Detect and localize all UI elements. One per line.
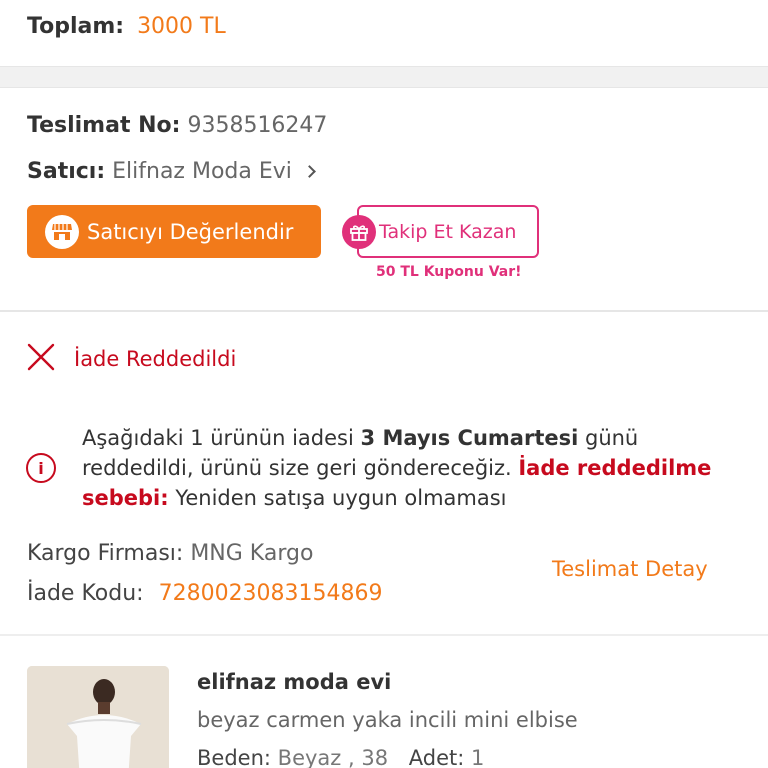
return-reason: Yeniden satışa uygun olmaması	[168, 486, 507, 510]
rate-seller-label: Satıcıyı Değerlendir	[87, 219, 294, 244]
order-detail-page: Toplam: 3000 TL Teslimat No: 9358516247 …	[0, 0, 768, 768]
delivery-card: Teslimat No: 9358516247 Satıcı: Elifnaz …	[0, 88, 768, 310]
total-label: Toplam:	[27, 14, 125, 39]
return-message: Aşağıdaki 1 ürünün iadesi 3 Mayıs Cumart…	[82, 423, 722, 513]
return-code-value: 7280023083154869	[158, 581, 383, 606]
close-x-icon	[26, 342, 56, 376]
delivery-detail-link[interactable]: Teslimat Detay	[552, 557, 708, 581]
delivery-number-row: Teslimat No: 9358516247	[27, 111, 327, 141]
qty-value: 1	[471, 746, 485, 768]
product-image[interactable]	[27, 666, 169, 768]
return-status-card: İade Reddedildi i Aşağıdaki 1 ürünün iad…	[0, 312, 768, 634]
cargo-value: MNG Kargo	[190, 541, 314, 566]
product-seller: elifnaz moda evi	[197, 670, 392, 694]
follow-earn-label: Takip Et Kazan	[379, 220, 517, 243]
return-date: 3 Mayıs Cumartesi	[360, 426, 579, 450]
product-attributes: Beden: Beyaz , 38 Adet: 1	[197, 746, 484, 768]
chevron-right-icon	[303, 165, 316, 178]
coupon-note: 50 TL Kuponu Var!	[376, 264, 522, 280]
delivery-number-label: Teslimat No:	[27, 113, 181, 138]
section-divider	[0, 66, 768, 88]
cargo-row: Kargo Firması: MNG Kargo	[27, 539, 313, 569]
seller-name-link[interactable]: Elifnaz Moda Evi	[112, 159, 292, 184]
return-message-text: Aşağıdaki 1 ürünün iadesi	[82, 426, 361, 450]
qty-label: Adet:	[408, 746, 465, 768]
store-icon	[45, 214, 79, 249]
seller-row[interactable]: Satıcı: Elifnaz Moda Evi	[27, 157, 316, 187]
return-code-row: İade Kodu: 7280023083154869	[27, 579, 383, 609]
info-icon: i	[26, 453, 56, 483]
size-label: Beden:	[197, 746, 271, 768]
total-value: 3000 TL	[137, 14, 226, 39]
return-status-text: İade Reddedildi	[74, 347, 237, 371]
delivery-number-value: 9358516247	[187, 113, 328, 138]
order-total-card: Toplam: 3000 TL	[0, 0, 768, 66]
product-name: beyaz carmen yaka incili mini elbise	[197, 708, 578, 732]
product-card[interactable]: elifnaz moda evi beyaz carmen yaka incil…	[0, 636, 768, 768]
seller-label: Satıcı:	[27, 159, 106, 184]
order-total: Toplam: 3000 TL	[27, 12, 226, 42]
gift-icon	[342, 215, 376, 249]
size-value: Beyaz , 38	[277, 746, 389, 768]
rate-seller-button[interactable]: Satıcıyı Değerlendir	[27, 205, 321, 258]
cargo-label: Kargo Firması:	[27, 541, 184, 566]
return-status: İade Reddedildi	[26, 342, 236, 376]
return-code-label: İade Kodu:	[27, 581, 144, 606]
follow-earn-button[interactable]: Takip Et Kazan	[342, 205, 539, 258]
